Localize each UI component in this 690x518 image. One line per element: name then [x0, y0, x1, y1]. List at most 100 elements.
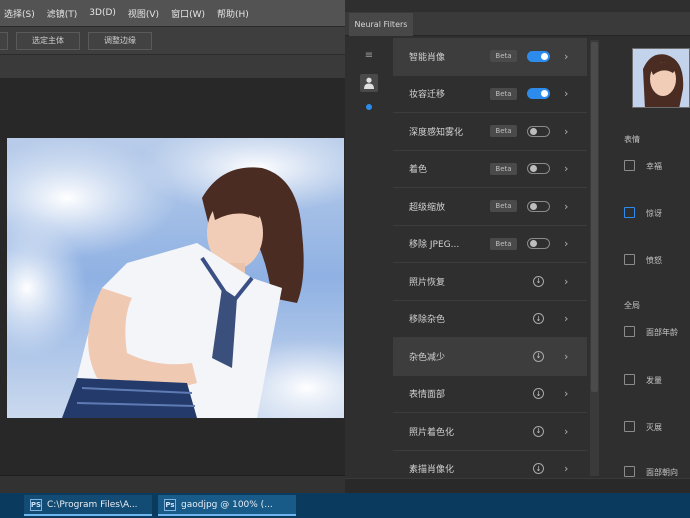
chevron-right-icon[interactable]: ›	[564, 237, 568, 250]
filter-row-noise-remove[interactable]: 移除杂色 ↓ ›	[393, 301, 587, 338]
options-bar: 选定主体 调整边缘	[0, 26, 345, 54]
filter-name: 移除杂色	[409, 315, 446, 326]
face-age-label: 面部年龄	[646, 328, 678, 337]
filter-row-super-zoom[interactable]: 超级缩放 Beta ›	[393, 188, 587, 226]
photoshop-icon: Ps	[164, 498, 176, 511]
filter-toggle[interactable]	[527, 125, 550, 137]
menu-filter[interactable]: 滤镜(T)	[47, 7, 78, 20]
chevron-right-icon[interactable]: ›	[564, 125, 568, 138]
filter-name: 杂色减少	[409, 352, 446, 363]
beta-badge: Beta	[490, 87, 517, 100]
filter-name: 智能肖像	[409, 52, 446, 63]
filter-name: 深度感知雾化	[409, 127, 464, 138]
chevron-right-icon[interactable]: ›	[564, 200, 568, 213]
filter-name: 超级缩放	[409, 202, 446, 213]
filter-settings: 表情 幸福 惊讶 愤怒 全局 面部年龄 发量 灭展 面部朝向	[606, 38, 690, 478]
taskbar: PS C:\Program Files\A... Ps gaodjpg @ 10…	[0, 493, 690, 518]
beta-badge: Beta	[490, 50, 517, 63]
filter-name: 素描肖像化	[409, 465, 455, 476]
taskbar-item-label: gaodjpg @ 100% (...	[181, 499, 273, 510]
filter-toggle[interactable]	[527, 163, 550, 175]
menu-help[interactable]: 帮助(H)	[217, 7, 249, 20]
taskbar-item-label: C:\Program Files\A...	[47, 499, 138, 510]
filter-name: 着色	[409, 165, 428, 176]
cloud-download-icon[interactable]: ↓	[533, 313, 544, 325]
happy-label: 幸福	[646, 162, 662, 171]
filter-row-expression[interactable]: 表情面部 ↓ ›	[393, 376, 587, 413]
menu-window[interactable]: 窗口(W)	[171, 7, 205, 20]
face-direction-label: 面部朝向	[646, 468, 678, 477]
filter-row-photo-restore[interactable]: 照片恢复 ↓ ›	[393, 263, 587, 301]
cloud-download-icon[interactable]: ↓	[533, 425, 544, 437]
cloud-download-icon[interactable]: ↓	[533, 463, 544, 475]
cloud-download-icon[interactable]: ↓	[533, 350, 544, 362]
active-indicator-dot	[366, 104, 372, 110]
list-icon[interactable]: ≡	[360, 46, 378, 64]
menu-select[interactable]: 选择(S)	[4, 7, 35, 20]
select-subject-button[interactable]: 选定主体	[16, 31, 80, 50]
surprise-checkbox[interactable]	[624, 207, 635, 218]
filter-name: 表情面部	[409, 390, 446, 401]
chevron-right-icon[interactable]: ›	[564, 387, 568, 400]
filter-row-depth-blur[interactable]: 深度感知雾化 Beta ›	[393, 113, 587, 151]
filter-row-photo-colorize[interactable]: 照片着色化 ↓ ›	[393, 413, 587, 451]
expression-section-label: 表情	[624, 135, 640, 144]
chevron-right-icon[interactable]: ›	[564, 425, 568, 438]
global-section-label: 全局	[624, 301, 640, 310]
filter-name: 照片着色化	[409, 427, 455, 438]
menubar: 选择(S) 滤镜(T) 3D(D) 视图(V) 窗口(W) 帮助(H)	[0, 0, 345, 26]
filter-name: 妆容迁移	[409, 90, 446, 101]
cloud-download-icon[interactable]: ↓	[533, 388, 544, 400]
filter-toggle[interactable]	[527, 50, 550, 62]
person-icon[interactable]	[360, 74, 378, 92]
filter-list: 智能肖像 Beta › 妆容迁移 Beta › 深度感知雾化 Beta › 着色…	[393, 38, 587, 488]
chevron-right-icon[interactable]: ›	[564, 275, 568, 288]
beta-badge: Beta	[490, 125, 517, 138]
filter-toggle[interactable]	[527, 88, 550, 100]
face-age-checkbox[interactable]	[624, 326, 635, 337]
filter-row-noise-reduce[interactable]: 杂色减少 ↓ ›	[393, 338, 587, 376]
chevron-right-icon[interactable]: ›	[564, 350, 568, 363]
filter-row-makeup-transfer[interactable]: 妆容迁移 Beta ›	[393, 76, 587, 113]
taskbar-item-explorer[interactable]: PS C:\Program Files\A...	[24, 495, 152, 516]
filter-row-colorize[interactable]: 着色 Beta ›	[393, 151, 587, 188]
panel-footer	[345, 478, 690, 493]
photo-canvas[interactable]	[7, 138, 344, 418]
document-tab-strip	[0, 54, 345, 78]
filter-toggle[interactable]	[527, 200, 550, 212]
hair-label: 发量	[646, 376, 662, 385]
light-label: 灭展	[646, 423, 662, 432]
refine-edge-button[interactable]: 调整边缘	[88, 31, 152, 50]
filter-row-jpeg-removal[interactable]: 移除 JPEG... Beta ›	[393, 226, 587, 263]
app-icon: PS	[30, 498, 42, 511]
tab-neural-filters[interactable]: Neural Filters	[349, 13, 413, 36]
portrait-photo	[7, 138, 344, 418]
chevron-right-icon[interactable]: ›	[564, 312, 568, 325]
beta-badge: Beta	[490, 162, 517, 175]
category-rail: ≡	[352, 38, 388, 478]
surprise-label: 惊讶	[646, 209, 662, 218]
light-checkbox[interactable]	[624, 421, 635, 432]
options-edge	[0, 31, 8, 50]
taskbar-item-photoshop[interactable]: Ps gaodjpg @ 100% (...	[158, 495, 296, 516]
menu-view[interactable]: 视图(V)	[128, 7, 159, 20]
beta-badge: Beta	[490, 237, 517, 250]
filter-name: 移除 JPEG...	[409, 240, 460, 251]
filter-toggle[interactable]	[527, 238, 550, 250]
status-strip	[0, 475, 345, 493]
cloud-download-icon[interactable]: ↓	[533, 275, 544, 287]
anger-checkbox[interactable]	[624, 254, 635, 265]
beta-badge: Beta	[490, 200, 517, 213]
chevron-right-icon[interactable]: ›	[564, 462, 568, 475]
preview-thumbnail	[632, 48, 690, 108]
scrollbar-thumb[interactable]	[591, 42, 598, 392]
face-direction-checkbox[interactable]	[624, 466, 635, 477]
filter-row-smart-portrait[interactable]: 智能肖像 Beta ›	[393, 38, 587, 76]
chevron-right-icon[interactable]: ›	[564, 162, 568, 175]
hair-checkbox[interactable]	[624, 374, 635, 385]
menu-3d[interactable]: 3D(D)	[89, 8, 116, 18]
chevron-right-icon[interactable]: ›	[564, 50, 568, 63]
happy-checkbox[interactable]	[624, 160, 635, 171]
filter-name: 照片恢复	[409, 277, 446, 288]
chevron-right-icon[interactable]: ›	[564, 87, 568, 100]
